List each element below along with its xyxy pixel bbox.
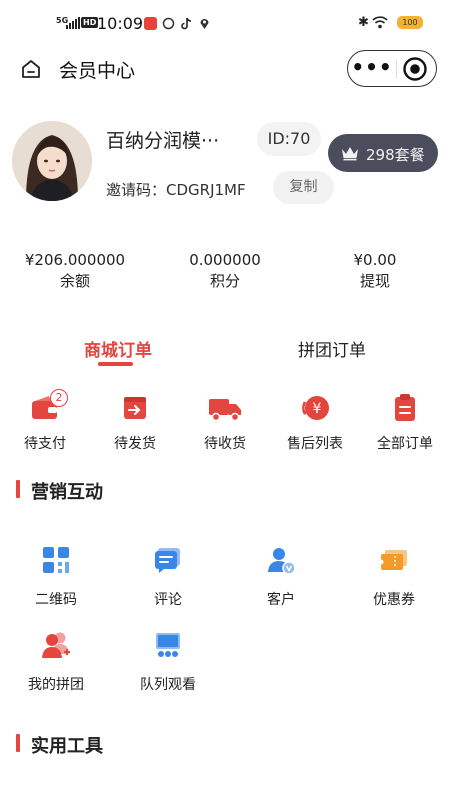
customer-icon [268,548,296,575]
active-tab-indicator [98,362,133,366]
balance-value: ¥206.000000 [24,251,126,269]
invite-code: 邀请码：CDGRJ1MF [106,179,246,200]
crown-icon [342,147,358,161]
avatar[interactable] [12,121,92,201]
wifi-icon [372,16,388,29]
pending-payment-badge: 2 [50,389,68,407]
copy-button[interactable]: 复制 [273,171,334,204]
points-value: 0.000000 [189,251,261,269]
queue-watch-item[interactable]: 队列观看 [113,630,223,700]
section-title: 营销互动 [31,482,103,503]
status-bar: 5G HD 10:09 ✱ 100 [0,0,450,44]
coupon-item[interactable]: 优惠券 [339,545,449,615]
battery-indicator: 100 [397,16,423,29]
withdraw-value: ¥0.00 [353,251,397,269]
tab-group-orders[interactable]: 拼团订单 [298,336,366,361]
bluetooth-icon: ✱ [358,15,369,30]
invite-code-value: CDGRJ1MF [166,181,246,199]
user-id-chip: ID:70 [257,122,321,156]
box-icon [124,397,146,419]
clock: 10:09 [97,14,144,33]
comment-icon [155,548,180,573]
order-label: 待发货 [114,436,156,452]
refund-icon: ¥ [302,396,329,420]
tiktok-icon [181,17,192,30]
location-icon [200,19,209,29]
order-after-sales[interactable]: ¥ 售后列表 [270,392,360,454]
page-title: 会员中心 [59,60,136,82]
section-title: 实用工具 [31,736,103,757]
grid-label: 队列观看 [140,677,196,693]
order-pending-shipment[interactable]: 待发货 [90,392,180,454]
avatar-illustration [12,121,92,201]
app-notification-icon [144,17,157,30]
order-pending-payment[interactable]: 2 待支付 [0,389,90,454]
vip-package-button[interactable]: 298套餐 [328,134,438,172]
truck-icon [209,399,241,422]
more-button[interactable]: ••• [348,51,396,86]
order-label: 待收货 [204,436,246,452]
tab-mall-orders[interactable]: 商城订单 [84,336,152,361]
vip-package-label: 298套餐 [366,146,425,164]
invite-label: 邀请码： [106,181,167,199]
order-pending-receipt[interactable]: 待收货 [180,392,270,454]
grid-label: 二维码 [35,592,77,608]
coupon-icon [379,550,407,570]
order-label: 待支付 [24,436,66,452]
section-accent-bar [16,734,20,752]
hd-badge: HD [81,17,99,28]
grid-label: 客户 [267,592,295,608]
balance-label: 余额 [59,272,90,290]
withdraw-label: 提现 [359,272,390,290]
nav-bar: 会员中心 ••• [0,44,450,96]
queue-icon [156,633,180,657]
section-accent-bar [16,480,20,498]
grid-label: 我的拼团 [28,677,84,693]
order-all[interactable]: 全部订单 [360,392,450,454]
close-target-icon[interactable] [402,56,428,82]
points-label: 积分 [209,272,240,290]
my-group-item[interactable]: 我的拼团 [1,630,111,700]
grid-label: 优惠券 [373,592,415,608]
signal-icon [66,17,80,29]
svg-text:¥: ¥ [313,401,322,417]
points-stat[interactable]: 0.000000 积分 [150,250,300,292]
comment-item[interactable]: 评论 [113,545,223,615]
order-label: 售后列表 [287,436,343,452]
order-label: 全部订单 [377,436,433,452]
miniprogram-capsule: ••• [347,50,437,87]
nickname: 百纳分润模··· [106,130,220,152]
qrcode-item[interactable]: 二维码 [1,545,111,615]
balance-stat[interactable]: ¥206.000000 余额 [0,250,150,292]
qrcode-icon [43,547,69,573]
customer-item[interactable]: 客户 [226,545,336,615]
home-icon[interactable] [20,58,42,80]
capsule-divider [396,60,397,78]
clipboard-icon [395,394,415,421]
chat-notification-icon [162,17,175,30]
group-icon [42,632,70,658]
withdraw-stat[interactable]: ¥0.00 提现 [300,250,450,292]
grid-label: 评论 [154,592,182,608]
